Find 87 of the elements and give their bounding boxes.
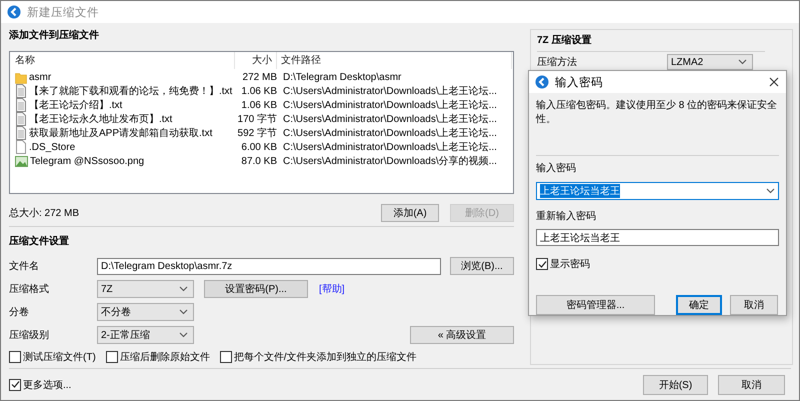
file-size: 1.06 KB: [241, 86, 277, 96]
dropdown[interactable]: 7Z: [97, 280, 194, 298]
image-file-icon: [15, 154, 28, 168]
checkbox-label: 显示密码: [550, 258, 590, 271]
file-path: C:\Users\Administrator\Downloads\上老王论坛...: [282, 98, 497, 112]
file-name: 【老王论坛介绍】.txt: [29, 98, 122, 112]
field-label: 压缩级别: [9, 328, 50, 342]
file-path: C:\Users\Administrator\Downloads\上老王论坛...: [282, 112, 497, 126]
column-header[interactable]: 大小: [235, 52, 277, 69]
checkbox[interactable]: [9, 351, 21, 363]
advanced-settings-button[interactable]: « 高级设置: [410, 326, 514, 344]
confirm-password-field[interactable]: 上老王论坛当老王: [536, 229, 779, 246]
check-icon: [538, 260, 546, 268]
app-icon: [7, 5, 21, 19]
password-value: 上老王论坛当老王: [540, 184, 620, 198]
field-label: 分卷: [9, 306, 30, 319]
checkbox-label: 把每个文件/文件夹添加到独立的压缩文件: [234, 350, 417, 364]
check-icon: [10, 380, 20, 389]
column-header[interactable]: 名称: [11, 52, 235, 69]
app-icon: [535, 75, 549, 89]
section-title: 压缩文件设置: [9, 235, 69, 249]
field-label: 压缩格式: [9, 282, 50, 296]
file-name: 【来了就能下载和观看的论坛，纯免费！】.txt: [29, 84, 232, 98]
dropdown-value: 不分卷: [101, 306, 131, 319]
file-size: 272 MB: [242, 72, 277, 82]
caret-icon: [738, 59, 747, 65]
cancel-button[interactable]: 取消: [718, 374, 785, 394]
browse-button[interactable]: 浏览(B)...: [450, 257, 514, 275]
caret-icon: [766, 188, 775, 194]
dialog-title: 输入密码: [555, 75, 603, 90]
dropdown[interactable]: 2-正常压缩: [97, 326, 194, 344]
file-path: C:\Users\Administrator\Downloads\上老王论坛...: [282, 84, 497, 98]
close-icon[interactable]: [769, 77, 779, 87]
file-path: C:\Users\Administrator\Downloads\上老王论坛...: [282, 140, 497, 154]
file-name: 获取最新地址及APP请发邮箱自动获取.txt: [29, 126, 212, 140]
text-file-icon: [15, 112, 27, 126]
file-name: asmr: [29, 72, 52, 82]
dialog-message: 输入压缩包密码。建议使用至少 8 位的密码来保证安全性。: [536, 99, 778, 127]
checkbox-label: 更多选项...: [23, 378, 72, 392]
checkbox-label: 压缩后删除原始文件: [120, 350, 210, 364]
file-path: D:\Telegram Desktop\asmr: [282, 72, 402, 82]
folder-icon: [15, 70, 27, 84]
file-size: 592 字节: [238, 126, 277, 140]
text-file-icon: [15, 98, 27, 112]
password-field[interactable]: 上老王论坛当老王: [536, 182, 779, 200]
field-label: 重新输入密码: [536, 210, 596, 223]
cancel-button[interactable]: 取消: [730, 295, 778, 315]
dropdown[interactable]: LZMA2: [667, 54, 753, 70]
file-name: .DS_Store: [29, 142, 76, 152]
window-title: 新建压缩文件: [27, 5, 99, 20]
file-size: 6.00 KB: [241, 142, 277, 152]
caret-icon: [179, 332, 188, 338]
add-button[interactable]: 添加(A): [381, 204, 439, 222]
section-title: 添加文件到压缩文件: [9, 29, 99, 43]
field-label: 压缩方法: [537, 56, 578, 69]
file-icon: [15, 140, 27, 154]
dropdown-value: 7Z: [101, 284, 113, 294]
text-file-icon: [15, 126, 27, 140]
dropdown[interactable]: 不分卷: [97, 303, 194, 321]
set-password-button[interactable]: 设置密码(P)...: [204, 280, 308, 298]
file-size: 170 字节: [238, 112, 277, 126]
file-name: 【老王论坛永久地址发布页】.txt: [29, 112, 172, 126]
checkbox[interactable]: [220, 351, 232, 363]
checkbox[interactable]: [9, 378, 21, 390]
file-size: 1.06 KB: [241, 100, 277, 110]
panel-title: 7Z 压缩设置: [537, 34, 592, 48]
dropdown-value: 2-正常压缩: [101, 328, 150, 342]
checkbox-label: 测试压缩文件(T): [23, 350, 96, 364]
file-path: C:\Users\Administrator\Downloads\分享的视频...: [282, 154, 497, 168]
checkbox[interactable]: [536, 258, 548, 270]
caret-icon: [179, 309, 188, 315]
start-button[interactable]: 开始(S): [643, 374, 708, 394]
caret-icon: [179, 286, 188, 292]
ok-button[interactable]: 确定: [676, 295, 722, 315]
file-size: 87.0 KB: [241, 156, 277, 166]
file-path: C:\Users\Administrator\Downloads\上老王论坛...: [282, 126, 497, 140]
field-label: 输入密码: [536, 162, 576, 175]
filename-field[interactable]: D:\Telegram Desktop\asmr.7z: [97, 258, 441, 274]
dropdown-value: LZMA2: [671, 56, 704, 68]
column-header[interactable]: 文件路径: [277, 52, 512, 69]
file-name: Telegram @NSsosoo.png: [30, 156, 144, 166]
field-label: 文件名: [9, 260, 40, 273]
password-manager-button[interactable]: 密码管理器...: [536, 295, 655, 315]
help-link[interactable]: [帮助]: [319, 282, 345, 296]
checkbox[interactable]: [106, 351, 118, 363]
text-file-icon: [15, 84, 27, 98]
total-size: 总大小: 272 MB: [9, 206, 80, 220]
